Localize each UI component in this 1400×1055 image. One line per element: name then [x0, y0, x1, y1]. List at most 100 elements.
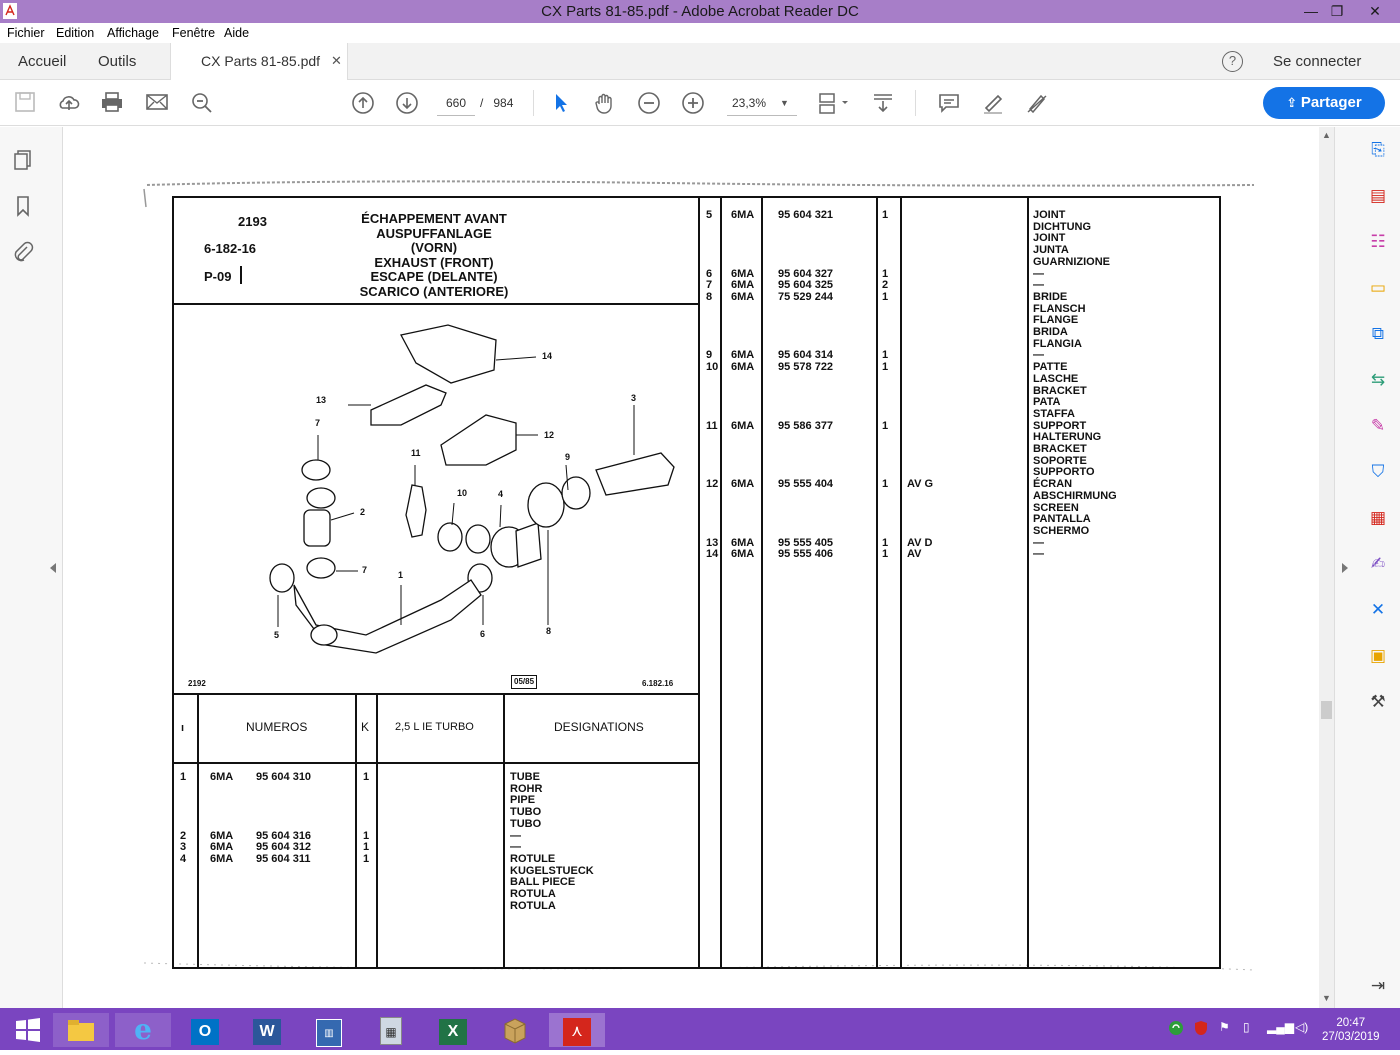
excel-icon[interactable]: X	[425, 1013, 481, 1047]
signature-icon[interactable]: ✍	[1367, 553, 1389, 575]
fill-sign-icon[interactable]: ✎	[1367, 415, 1389, 437]
col-header-designations: DESIGNATIONS	[554, 720, 644, 734]
menu-aide[interactable]: Aide	[224, 26, 249, 40]
send-track-icon[interactable]: ▣	[1367, 645, 1389, 667]
menu-fenetre[interactable]: Fenêtre	[172, 26, 215, 40]
fact-app-icon[interactable]: ▥	[301, 1013, 357, 1047]
sync-icon[interactable]	[1168, 1020, 1184, 1039]
menu-fichier[interactable]: Fichier	[7, 26, 45, 40]
callout-3: 3	[631, 393, 636, 403]
tab-document[interactable]: CX Parts 81-85.pdf ✕	[170, 43, 348, 80]
col-header-k: K	[361, 720, 370, 734]
close-button[interactable]: ✕	[1350, 0, 1400, 23]
comment-icon[interactable]	[937, 91, 961, 115]
next-page-icon[interactable]	[395, 91, 419, 115]
window-title: CX Parts 81-85.pdf - Adobe Acrobat Reade…	[541, 3, 859, 20]
right-tools-panel: ⎘ ▤ ☷ ▭ ⧉ ⇆ ✎ ⛉ ▦ ✍ ✕ ▣ ⚒ ⇥	[1334, 127, 1400, 1008]
right-number-column: 95 604 321 95 604 327 95 604 325 75 529 …	[778, 209, 834, 561]
select-cursor-icon[interactable]	[549, 91, 573, 115]
highlight-pen-icon[interactable]	[981, 91, 1005, 115]
page-separator: /	[480, 96, 484, 110]
system-clock[interactable]: 20:47 27/03/2019	[1322, 1016, 1380, 1044]
left-k-column: 1 1 1 1	[363, 771, 370, 865]
tab-home[interactable]: Accueil	[18, 53, 66, 70]
tab-document-label: CX Parts 81-85.pdf	[201, 53, 321, 69]
share-icon: ⇪	[1286, 95, 1301, 110]
bookmark-icon[interactable]	[12, 195, 34, 217]
word-icon[interactable]: W	[239, 1013, 295, 1047]
collapse-tools-icon[interactable]: ⇥	[1367, 975, 1389, 997]
divider	[174, 762, 699, 764]
taskbar: e O W ▥ ▦ X ⋏ ⚑ ▯ ▂▄▆ ◁) 20:47 27/03/201…	[0, 1008, 1400, 1050]
protect-icon[interactable]: ⛉	[1367, 461, 1389, 483]
file-explorer-icon[interactable]	[53, 1013, 109, 1047]
close-tab-icon[interactable]: ✕	[331, 53, 342, 69]
upload-cloud-icon[interactable]	[57, 91, 81, 115]
save-icon[interactable]	[13, 91, 37, 115]
calculator-icon[interactable]: ▦	[363, 1013, 419, 1047]
windows-start-icon[interactable]	[0, 1013, 56, 1047]
vertical-scrollbar[interactable]: ▲ ▼	[1319, 127, 1334, 1008]
zoom-in-icon[interactable]	[681, 91, 705, 115]
divider	[698, 198, 700, 969]
left-idx-column: 1 2 3 4	[180, 771, 187, 865]
organize-pages-icon[interactable]: ⇆	[1367, 369, 1389, 391]
sign-icon[interactable]	[1025, 91, 1049, 115]
menu-affichage[interactable]: Affichage	[107, 26, 159, 40]
export-pdf-icon[interactable]: ⎘	[1367, 139, 1389, 161]
tab-tools[interactable]: Outils	[98, 53, 136, 70]
sheet-ref: 2193	[238, 214, 267, 229]
internet-explorer-icon[interactable]: e	[115, 1013, 171, 1047]
email-icon[interactable]	[145, 91, 169, 115]
print-icon[interactable]	[100, 91, 124, 115]
combine-files-icon[interactable]: ⧉	[1367, 323, 1389, 345]
attachment-icon[interactable]	[12, 241, 34, 263]
maximize-button[interactable]: ❐	[1322, 0, 1352, 23]
send-sign-icon[interactable]: ✕	[1367, 599, 1389, 621]
collapse-left-panel-icon[interactable]	[50, 563, 56, 573]
more-tools-icon[interactable]: ⚒	[1367, 691, 1389, 713]
callout-4: 4	[498, 489, 503, 499]
scroll-thumb[interactable]	[1321, 701, 1332, 719]
col-header-idx: ı	[181, 722, 185, 734]
callout-10: 10	[457, 488, 467, 498]
edit-pdf-icon[interactable]: ☷	[1367, 231, 1389, 253]
create-pdf-icon[interactable]: ▤	[1367, 185, 1389, 207]
help-icon[interactable]: ?	[1222, 51, 1243, 72]
share-button[interactable]: ⇪ Partager	[1263, 87, 1385, 119]
title-fr: ÉCHAPPEMENT AVANT	[361, 211, 507, 226]
zoom-out-icon[interactable]	[637, 91, 661, 115]
menu-edition[interactable]: Edition	[56, 26, 94, 40]
volume-icon[interactable]: ◁)	[1295, 1020, 1308, 1034]
search-zoom-icon[interactable]	[190, 91, 214, 115]
signin-link[interactable]: Se connecter	[1273, 53, 1361, 70]
left-model-column: 6MA 6MA 6MA 6MA	[210, 771, 234, 865]
scroll-down-icon[interactable]: ▼	[1322, 993, 1331, 1003]
page-layout-icon[interactable]	[817, 91, 851, 115]
outlook-icon[interactable]: O	[177, 1013, 233, 1047]
compress-pdf-icon[interactable]: ▦	[1367, 507, 1389, 529]
page-number-input[interactable]: 660	[437, 90, 475, 116]
zoom-select[interactable]: 23,3% ▼	[727, 90, 797, 116]
network-icon[interactable]: ▂▄▆	[1267, 1020, 1294, 1034]
hand-tool-icon[interactable]	[593, 91, 617, 115]
package-icon[interactable]	[487, 1013, 543, 1047]
previous-page-icon[interactable]	[351, 91, 375, 115]
title-es: ESCAPE (DELANTE)	[370, 269, 498, 284]
arrow-up-icon	[240, 266, 242, 284]
left-number-column: 95 604 310 95 604 316 95 604 312 95 604 …	[256, 771, 312, 865]
page-thumbnails-icon[interactable]	[12, 149, 34, 171]
acrobat-taskbar-icon[interactable]: ⋏	[549, 1013, 605, 1047]
scroll-mode-icon[interactable]	[871, 91, 895, 115]
comment-tool-icon[interactable]: ▭	[1367, 277, 1389, 299]
battery-icon[interactable]: ▯	[1243, 1020, 1250, 1034]
right-turbo-column: AV G AV D AV	[907, 478, 934, 561]
page-total: 984	[493, 96, 514, 110]
menu-bar: Fichier Edition Affichage Fenêtre Aide	[0, 23, 1400, 43]
flag-icon[interactable]: ⚑	[1219, 1020, 1230, 1034]
collapse-right-panel-icon[interactable]	[1342, 563, 1348, 573]
shield-icon[interactable]	[1194, 1020, 1208, 1039]
exploded-parts-diagram: 14 13 3 7 12 11 9 10 4 2 7 1 5 6 8	[269, 324, 675, 654]
scroll-up-icon[interactable]: ▲	[1322, 130, 1331, 140]
callout-14: 14	[542, 351, 552, 361]
